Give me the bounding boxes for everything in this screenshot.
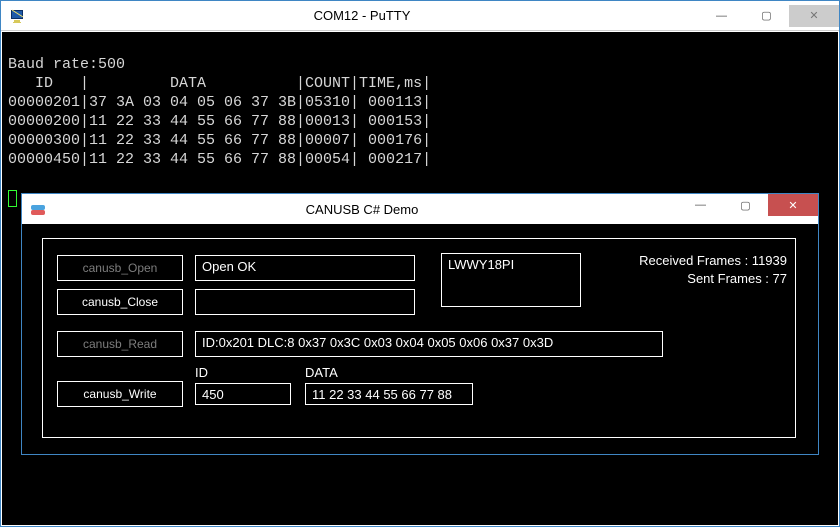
- canusb-demo-window: CANUSB C# Demo — ▢ ✕ canusb_Open Open OK…: [21, 193, 819, 455]
- id-label: ID: [195, 365, 208, 380]
- demo-window-title: CANUSB C# Demo: [46, 202, 678, 217]
- close-button[interactable]: ✕: [789, 5, 839, 27]
- open-status-field: Open OK: [195, 255, 415, 281]
- term-line: 00000300|11 22 33 44 55 66 77 88|00007| …: [8, 132, 431, 149]
- received-frames-label: Received Frames : 11939: [591, 253, 787, 268]
- term-line: 00000450|11 22 33 44 55 66 77 88|00054| …: [8, 151, 431, 168]
- putty-window-title: COM12 - PuTTY: [25, 8, 699, 23]
- write-data-input[interactable]: 11 22 33 44 55 66 77 88: [305, 383, 473, 405]
- minimize-button[interactable]: —: [699, 5, 744, 27]
- maximize-button[interactable]: ▢: [744, 5, 789, 27]
- serial-field: LWWY18PI: [441, 253, 581, 307]
- canusb-close-button[interactable]: canusb_Close: [57, 289, 183, 315]
- putty-icon: [9, 8, 25, 24]
- close-status-field: [195, 289, 415, 315]
- putty-titlebar: COM12 - PuTTY — ▢ ✕: [1, 1, 839, 31]
- main-groupbox: canusb_Open Open OK LWWY18PI Received Fr…: [42, 238, 796, 438]
- data-label: DATA: [305, 365, 338, 380]
- cursor: [8, 190, 17, 207]
- write-id-input[interactable]: 450: [195, 383, 291, 405]
- demo-minimize-button[interactable]: —: [678, 194, 723, 216]
- sent-frames-label: Sent Frames : 77: [591, 271, 787, 286]
- canusb-write-button[interactable]: canusb_Write: [57, 381, 183, 407]
- term-line: 00000200|11 22 33 44 55 66 77 88|00013| …: [8, 113, 431, 130]
- canusb-read-button: canusb_Read: [57, 331, 183, 357]
- demo-maximize-button[interactable]: ▢: [723, 194, 768, 216]
- term-line: 00000201|37 3A 03 04 05 06 37 3B|05310| …: [8, 94, 431, 111]
- read-line-field: ID:0x201 DLC:8 0x37 0x3C 0x03 0x04 0x05 …: [195, 331, 663, 357]
- app-icon: [30, 201, 46, 217]
- canusb-open-button: canusb_Open: [57, 255, 183, 281]
- term-line: Baud rate:500: [8, 56, 125, 73]
- demo-titlebar: CANUSB C# Demo — ▢ ✕: [22, 194, 818, 224]
- demo-close-button[interactable]: ✕: [768, 194, 818, 216]
- term-line: ID | DATA |COUNT|TIME,ms|: [8, 75, 431, 92]
- demo-body: canusb_Open Open OK LWWY18PI Received Fr…: [22, 224, 818, 454]
